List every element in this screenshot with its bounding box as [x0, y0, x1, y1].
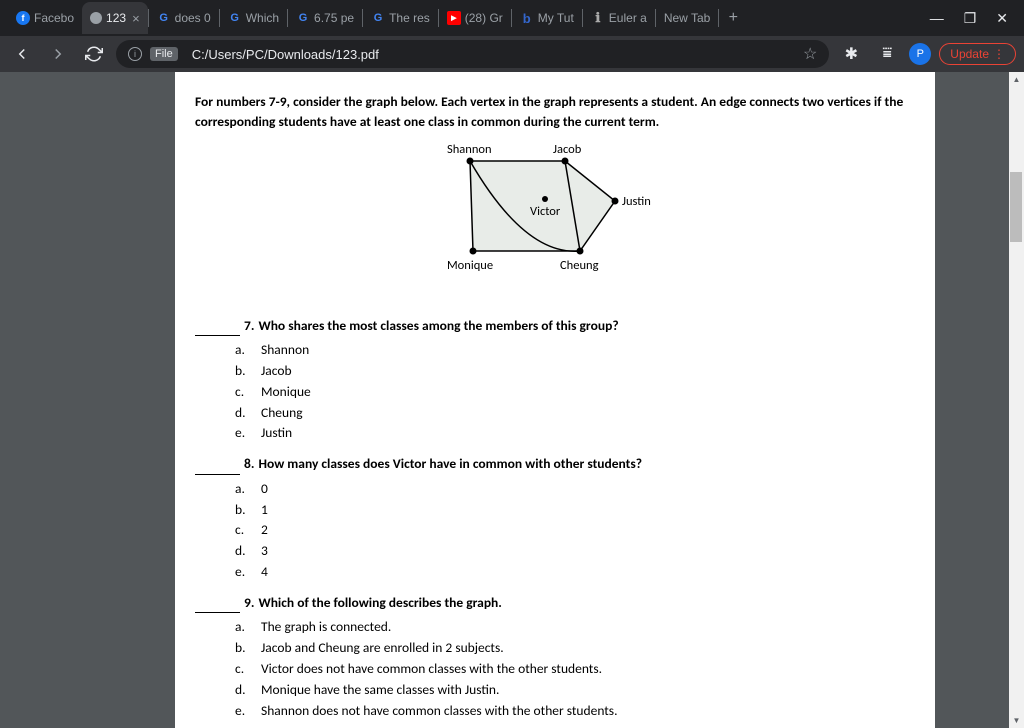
update-button[interactable]: Update⋮: [939, 43, 1016, 65]
q7-text: Who shares the most classes among the me…: [258, 316, 618, 336]
youtube-icon: ▶: [447, 11, 461, 25]
tab-google-4[interactable]: G The res: [363, 2, 438, 34]
vertex-shannon: Shannon: [447, 141, 492, 160]
tab-bartleby[interactable]: b My Tut: [512, 2, 582, 34]
q8-text: How many classes does Victor have in com…: [258, 454, 642, 474]
forward-button[interactable]: [44, 40, 72, 68]
toolbar: i File C:/Users/PC/Downloads/123.pdf ☆ ✱…: [0, 36, 1024, 72]
q8-opt-a: 0: [261, 479, 268, 500]
tab-label: Which: [246, 11, 279, 25]
scroll-thumb[interactable]: [1010, 172, 1022, 242]
student-graph: Shannon Jacob Justin Victor Monique Cheu…: [405, 141, 705, 281]
globe-icon: [90, 12, 102, 24]
tab-pdf[interactable]: 123 ×: [82, 2, 148, 34]
tab-label: New Tab: [664, 11, 710, 25]
google-icon: G: [228, 11, 242, 25]
google-icon: G: [296, 11, 310, 25]
b-icon: b: [520, 11, 534, 25]
kebab-icon: ⋮: [993, 47, 1005, 61]
q7-opt-d: Cheung: [261, 403, 303, 424]
q8-opt-d: 3: [261, 541, 268, 562]
q9-opt-d: Monique have the same classes with Justi…: [261, 680, 499, 701]
tab-label: 6.75 pe: [314, 11, 354, 25]
pdf-viewer: For numbers 7-9, consider the graph belo…: [0, 72, 1024, 728]
maximize-icon[interactable]: ❐: [964, 10, 977, 27]
tab-google-2[interactable]: G Which: [220, 2, 287, 34]
tab-facebook[interactable]: f Facebo: [8, 2, 82, 34]
vertex-jacob: Jacob: [553, 141, 581, 160]
tab-youtube[interactable]: ▶ (28) Gr: [439, 2, 511, 34]
q9-opt-b: Jacob and Cheung are enrolled in 2 subje…: [261, 638, 504, 659]
scroll-down-icon[interactable]: ▼: [1009, 713, 1024, 728]
tab-label: Facebo: [34, 11, 74, 25]
vertex-cheung: Cheung: [560, 257, 598, 276]
reading-list-icon[interactable]: ⩸: [873, 40, 901, 68]
tab-label: does 0: [175, 11, 211, 25]
q9-opt-c: Victor does not have common classes with…: [261, 659, 602, 680]
scrollbar[interactable]: ▲ ▼: [1009, 72, 1024, 728]
new-tab-button[interactable]: +: [719, 4, 747, 32]
tab-new[interactable]: New Tab: [656, 2, 718, 34]
q9-text: Which of the following describes the gra…: [258, 593, 501, 613]
tab-label: (28) Gr: [465, 11, 503, 25]
i-icon: ℹ: [591, 11, 605, 25]
pdf-page: For numbers 7-9, consider the graph belo…: [175, 72, 935, 728]
back-button[interactable]: [8, 40, 36, 68]
scroll-up-icon[interactable]: ▲: [1009, 72, 1024, 87]
question-9: 9. Which of the following describes the …: [195, 593, 915, 722]
facebook-icon: f: [16, 11, 30, 25]
q8-opt-b: 1: [261, 500, 268, 521]
tab-label: Euler a: [609, 11, 647, 25]
window-controls: — ❐ ✕: [930, 10, 1016, 27]
address-bar[interactable]: i File C:/Users/PC/Downloads/123.pdf ☆: [116, 40, 829, 68]
extensions-icon[interactable]: ✱: [837, 40, 865, 68]
vertex-monique: Monique: [447, 257, 493, 276]
google-icon: G: [371, 11, 385, 25]
tab-label: My Tut: [538, 11, 574, 25]
q7-opt-a: Shannon: [261, 340, 309, 361]
close-icon[interactable]: ×: [132, 11, 140, 26]
star-icon[interactable]: ☆: [803, 44, 817, 64]
q8-opt-e: 4: [261, 562, 268, 583]
vertex-victor: Victor: [530, 203, 560, 222]
tab-google-3[interactable]: G 6.75 pe: [288, 2, 362, 34]
question-7: 7. Who shares the most classes among the…: [195, 316, 915, 445]
question-8: 8. How many classes does Victor have in …: [195, 454, 915, 583]
close-icon[interactable]: ✕: [996, 10, 1008, 27]
url-text: C:/Users/PC/Downloads/123.pdf: [192, 47, 795, 62]
q9-opt-a: The graph is connected.: [261, 617, 391, 638]
info-icon[interactable]: i: [128, 47, 142, 61]
tab-euler[interactable]: ℹ Euler a: [583, 2, 655, 34]
intro-text: For numbers 7-9, consider the graph belo…: [195, 92, 915, 133]
tab-strip: f Facebo 123 × Gdoes 0 G Which G 6.75 pe G Th…: [0, 0, 1024, 36]
tab-label: 123: [106, 11, 126, 25]
google-icon: G: [157, 11, 171, 25]
tab-label: The res: [389, 11, 430, 25]
q7-opt-b: Jacob: [261, 361, 292, 382]
reload-button[interactable]: [80, 40, 108, 68]
q8-opt-c: 2: [261, 520, 268, 541]
profile-button[interactable]: P: [909, 43, 931, 65]
q7-opt-e: Justin: [261, 423, 292, 444]
minimize-icon[interactable]: —: [930, 10, 944, 27]
tab-google-1[interactable]: Gdoes 0: [149, 2, 219, 34]
file-chip: File: [150, 47, 178, 61]
vertex-justin: Justin: [622, 193, 651, 212]
q7-opt-c: Monique: [261, 382, 311, 403]
q9-opt-e: Shannon does not have common classes wit…: [261, 701, 618, 722]
